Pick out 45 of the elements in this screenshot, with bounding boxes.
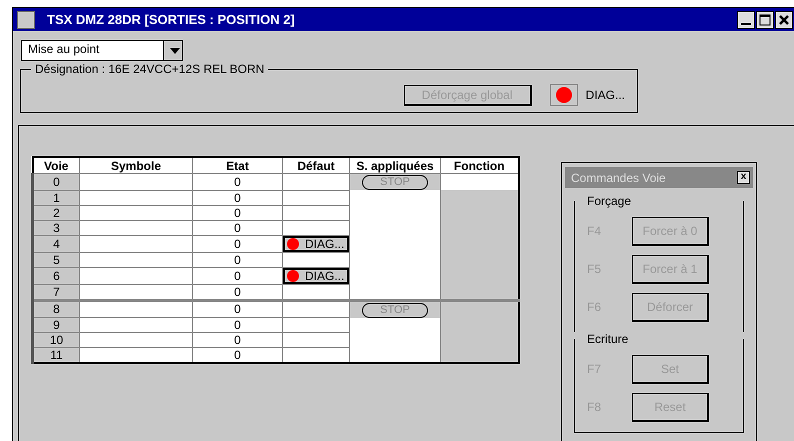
- channel-number: 5: [32, 252, 80, 267]
- table-cell: 0: [192, 300, 282, 318]
- mode-dropdown[interactable]: Mise au point: [21, 40, 183, 61]
- fault-icon: [287, 270, 299, 282]
- window-title: TSX DMZ 28DR [SORTIES : POSITION 2]: [47, 12, 296, 27]
- stop-button[interactable]: STOP: [362, 302, 428, 318]
- group-label: Ecriture: [586, 332, 630, 346]
- channel-number: 8: [32, 300, 80, 318]
- channel-number: 10: [32, 332, 80, 348]
- column-header: Symbole: [80, 157, 192, 174]
- channel-number: 4: [32, 235, 80, 252]
- close-button[interactable]: [775, 10, 793, 28]
- table-cell: 0: [192, 318, 282, 332]
- fault-icon: [287, 238, 299, 250]
- system-menu-icon[interactable]: [17, 10, 35, 28]
- maximize-icon: [759, 14, 771, 26]
- minimize-button[interactable]: [737, 10, 755, 28]
- minimize-icon: [741, 22, 751, 24]
- channel-number: 11: [32, 348, 80, 363]
- channel-number: 3: [32, 220, 80, 235]
- diag-button[interactable]: DIAG...: [283, 268, 349, 284]
- stop-button[interactable]: STOP: [362, 175, 428, 190]
- table-cell: 0: [192, 205, 282, 220]
- column-header: Défaut: [282, 157, 350, 174]
- channel-number: 9: [32, 318, 80, 332]
- close-icon: [778, 14, 790, 26]
- designation-label: Désignation : 16E 24VCC+12S REL BORN: [34, 62, 266, 76]
- close-button[interactable]: x: [737, 171, 750, 184]
- maximize-button[interactable]: [756, 10, 774, 28]
- panel-title: Commandes Voie: [571, 170, 666, 184]
- channel-number: 1: [32, 190, 80, 205]
- column-header: Etat: [192, 157, 282, 174]
- group-label: Forçage: [586, 194, 632, 208]
- table-cell: 0: [192, 235, 282, 252]
- table-cell: 0: [192, 220, 282, 235]
- channel-number: 6: [32, 267, 80, 284]
- table-cell: 0: [192, 174, 282, 190]
- table-cell: 0: [192, 332, 282, 348]
- table-cell: 0: [192, 252, 282, 267]
- table-cell: 0: [192, 190, 282, 205]
- diag-label: DIAG...: [586, 88, 625, 102]
- channel-number: 0: [32, 174, 80, 190]
- diag-button[interactable]: DIAG...: [283, 236, 349, 252]
- table-cell: 0: [192, 267, 282, 284]
- channel-number: 2: [32, 205, 80, 220]
